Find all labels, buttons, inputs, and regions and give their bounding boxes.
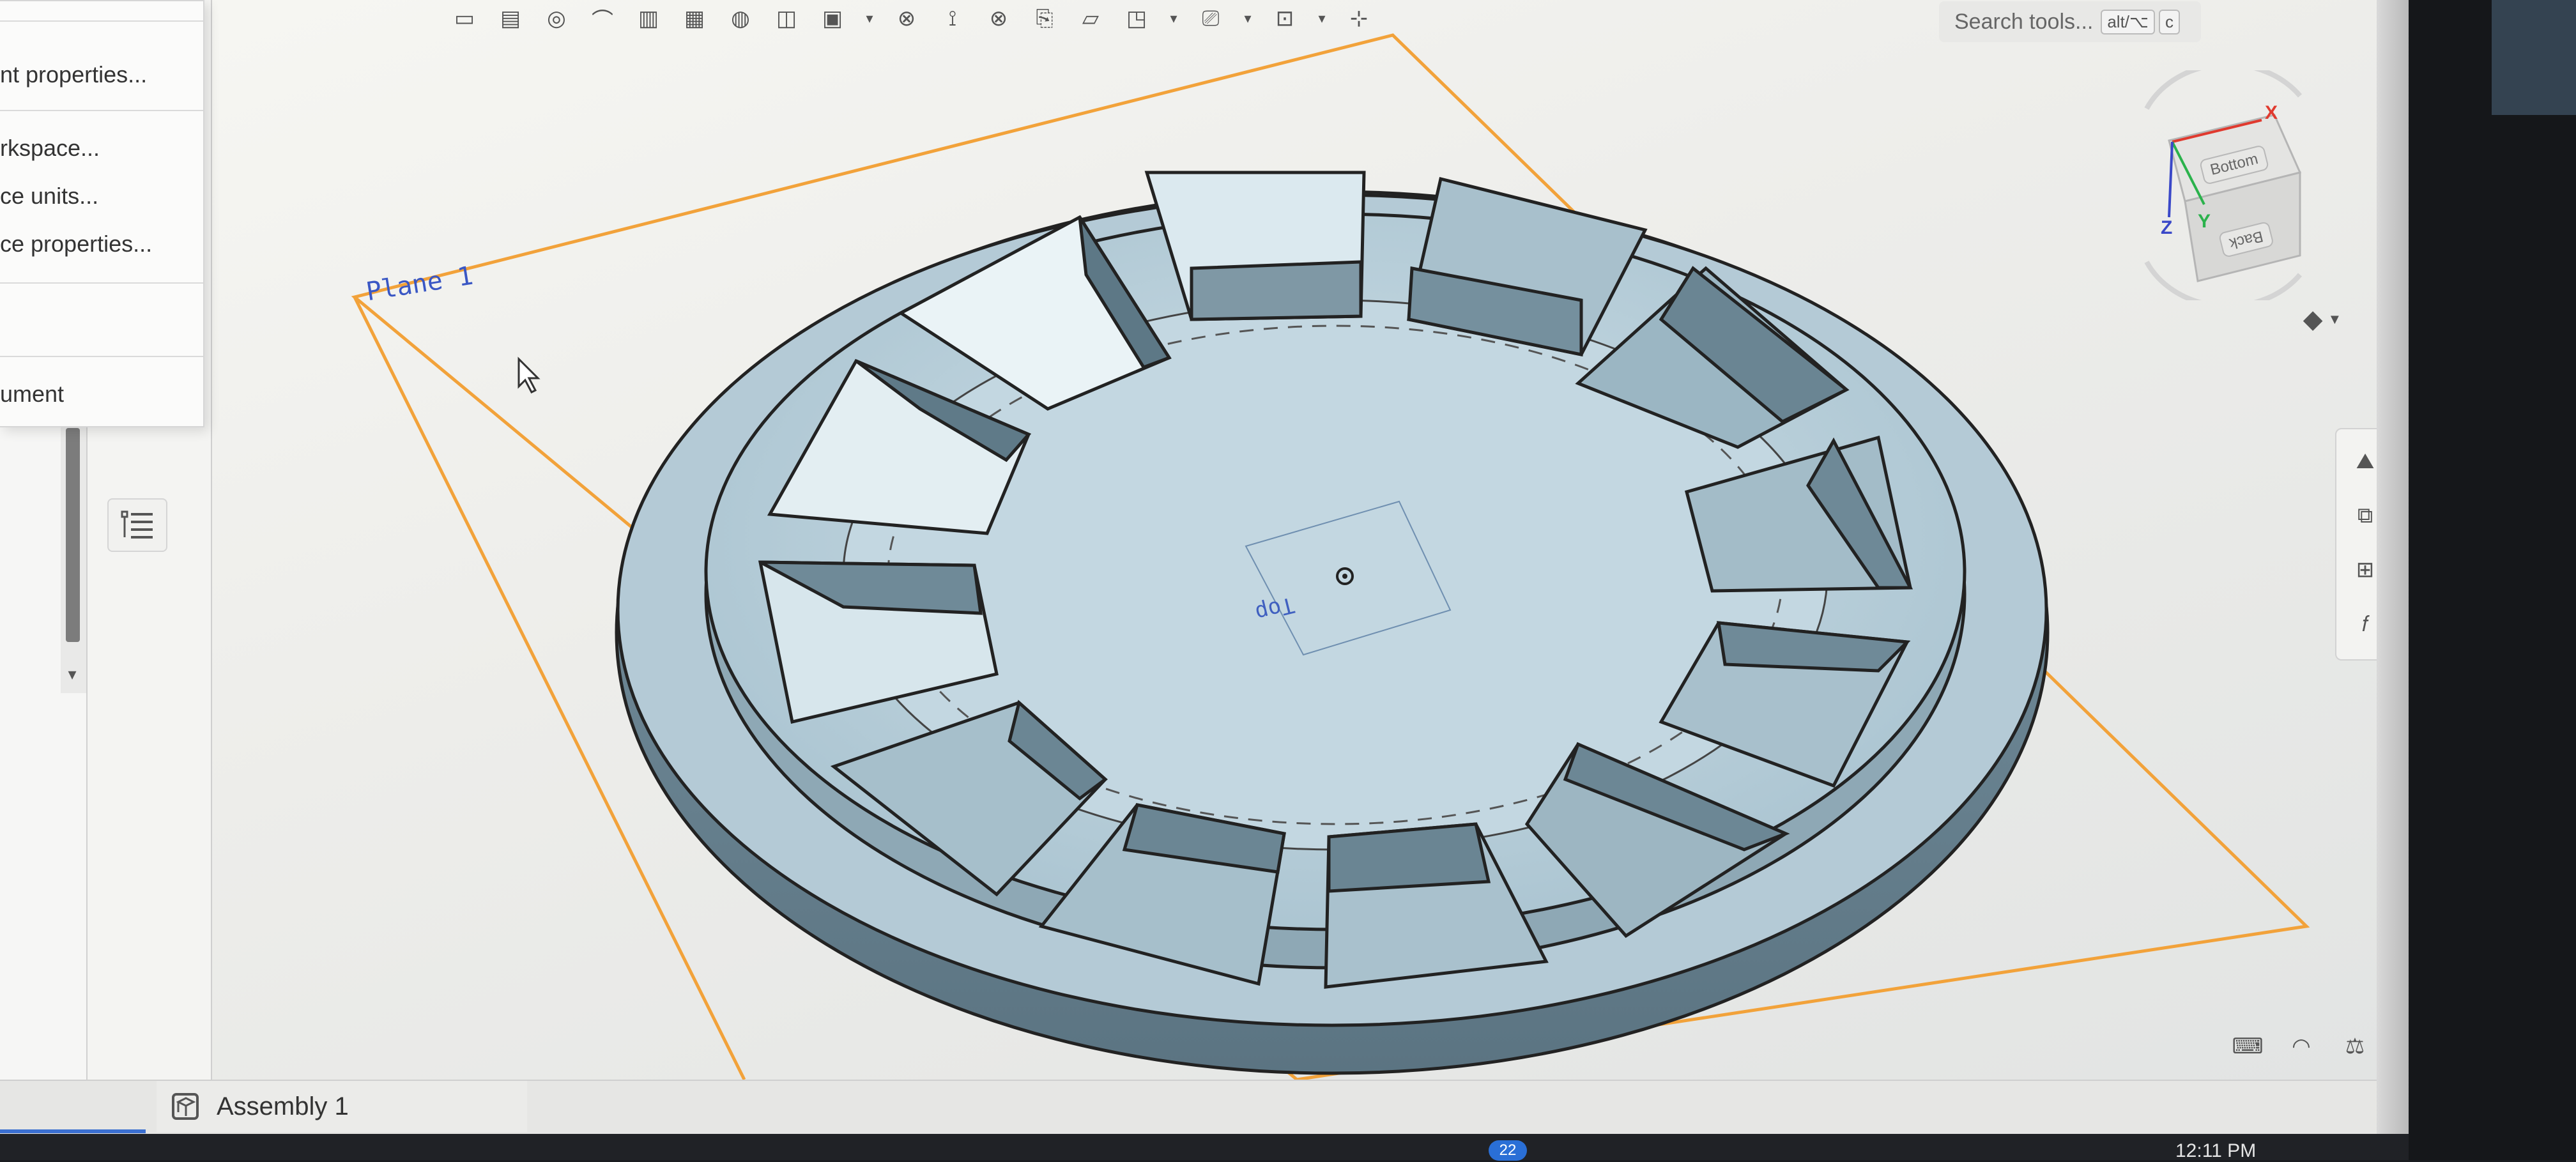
chevron-down-icon[interactable]: ▾ xyxy=(1239,4,1256,33)
search-tools-placeholder: Search tools... xyxy=(1954,9,2094,34)
boolean-icon[interactable]: ◫ xyxy=(769,4,804,33)
graphics-viewport[interactable]: Plane 1 Top X Y Z Bottom Back ◆ ▼ ⛰ ⧉ ⊞ … xyxy=(0,0,2409,1080)
mirror-icon[interactable]: ⟟ xyxy=(935,4,970,33)
background-reflection xyxy=(2492,0,2576,115)
os-taskbar xyxy=(0,1134,2409,1160)
shortcut-modifier-key: alt/⌥ xyxy=(2101,9,2155,34)
menu-divider xyxy=(0,110,203,111)
menu-item-workspace-units[interactable]: ce units... xyxy=(0,177,98,215)
measure-icon[interactable]: ⌨ xyxy=(2230,1028,2266,1064)
cube-icon: ◆ xyxy=(2303,305,2323,333)
axis-z-label: Z xyxy=(2161,217,2173,238)
shell-icon[interactable]: ◍ xyxy=(723,4,758,33)
tab-assembly-label: Assembly 1 xyxy=(217,1092,349,1120)
notification-badge[interactable]: 22 xyxy=(1489,1140,1527,1161)
menu-divider xyxy=(0,20,203,22)
menu-item-workspace[interactable]: rkspace... xyxy=(0,129,100,167)
fillet-icon[interactable]: ▥ xyxy=(631,4,666,33)
feature-toolbar: ▭ ▤ ◎ ⌒ ▥ ▦ ◍ ◫ ▣ ▾ ⊗ ⟟ ⊗ ⎘ ▱ ◳ ▾ ⎚ ▾ ⊡ … xyxy=(447,0,1968,37)
list-icon xyxy=(121,510,153,539)
chevron-down-icon[interactable]: ▾ xyxy=(861,4,878,33)
chevron-down-icon[interactable]: ▾ xyxy=(1314,4,1330,33)
scrollbar-thumb[interactable] xyxy=(66,428,80,642)
monitor-bezel-edge xyxy=(2377,0,2409,1134)
delete-part-icon[interactable]: ⊗ xyxy=(889,4,924,33)
mass-properties-icon[interactable]: ◠ xyxy=(2283,1028,2319,1064)
chevron-down-icon: ▼ xyxy=(2327,311,2342,327)
view-cube[interactable]: X Y Z Bottom Back xyxy=(2108,61,2351,309)
monitor-bezel xyxy=(2409,0,2576,1160)
extrude-icon[interactable]: ▤ xyxy=(493,4,528,33)
tab-assembly-1[interactable]: Assembly 1 xyxy=(157,1081,527,1132)
axis-y-label: Y xyxy=(2198,211,2211,232)
model-scene[interactable] xyxy=(0,0,2409,1080)
revolve-icon[interactable]: ◎ xyxy=(539,4,574,33)
tab-bar: Assembly 1 xyxy=(0,1080,2409,1134)
active-tab-indicator xyxy=(0,1129,146,1133)
menu-item-workspace-properties[interactable]: ce properties... xyxy=(0,225,152,263)
search-tools-input[interactable]: Search tools... alt/⌥ c xyxy=(1939,1,2201,42)
document-context-menu: nt properties... rkspace... ce units... … xyxy=(0,0,204,427)
split-icon[interactable]: ⊗ xyxy=(981,4,1016,33)
menu-divider xyxy=(0,356,203,357)
scroll-down-arrow-icon[interactable]: ▾ xyxy=(61,664,83,684)
view-cube-graphic[interactable] xyxy=(2108,61,2351,309)
sweep-icon[interactable]: ⌒ xyxy=(585,4,620,33)
assembly-icon xyxy=(172,1093,199,1120)
chevron-down-icon[interactable]: ▾ xyxy=(1165,4,1182,33)
add-icon[interactable]: ⊹ xyxy=(1342,4,1376,33)
sheet-metal-icon[interactable]: ◳ xyxy=(1119,4,1154,33)
app-window: Plane 1 Top X Y Z Bottom Back ◆ ▼ ⛰ ⧉ ⊞ … xyxy=(0,0,2409,1134)
axis-x-label: X xyxy=(2265,102,2278,123)
left-panel: ▾ nt properties... rkspace... ce units..… xyxy=(0,0,212,1080)
menu-item-document[interactable]: ument xyxy=(0,375,64,413)
menu-divider xyxy=(0,282,203,284)
chamfer-icon[interactable]: ▦ xyxy=(677,4,712,33)
plane-icon[interactable]: ▱ xyxy=(1073,4,1108,33)
mate-icon[interactable]: ⎚ xyxy=(1193,4,1228,33)
shortcut-key: c xyxy=(2159,9,2180,34)
sketch-icon[interactable]: ▭ xyxy=(447,4,482,33)
balance-icon[interactable]: ⚖ xyxy=(2337,1028,2373,1064)
view-mode-dropdown[interactable]: ◆ ▼ xyxy=(2294,300,2351,339)
bottom-right-toolbar: ⌨ ◠ ⚖ xyxy=(2230,1028,2389,1067)
menu-item-document-properties[interactable]: nt properties... xyxy=(0,56,147,94)
pattern-icon[interactable]: ▣ xyxy=(815,4,850,33)
taskbar-clock[interactable]: 12:11 PM xyxy=(2175,1140,2256,1162)
mouse-cursor xyxy=(518,356,540,394)
frame-icon[interactable]: ⊡ xyxy=(1268,4,1302,33)
feature-list-toggle-button[interactable] xyxy=(107,498,167,552)
transform-icon[interactable]: ⎘ xyxy=(1027,4,1062,33)
